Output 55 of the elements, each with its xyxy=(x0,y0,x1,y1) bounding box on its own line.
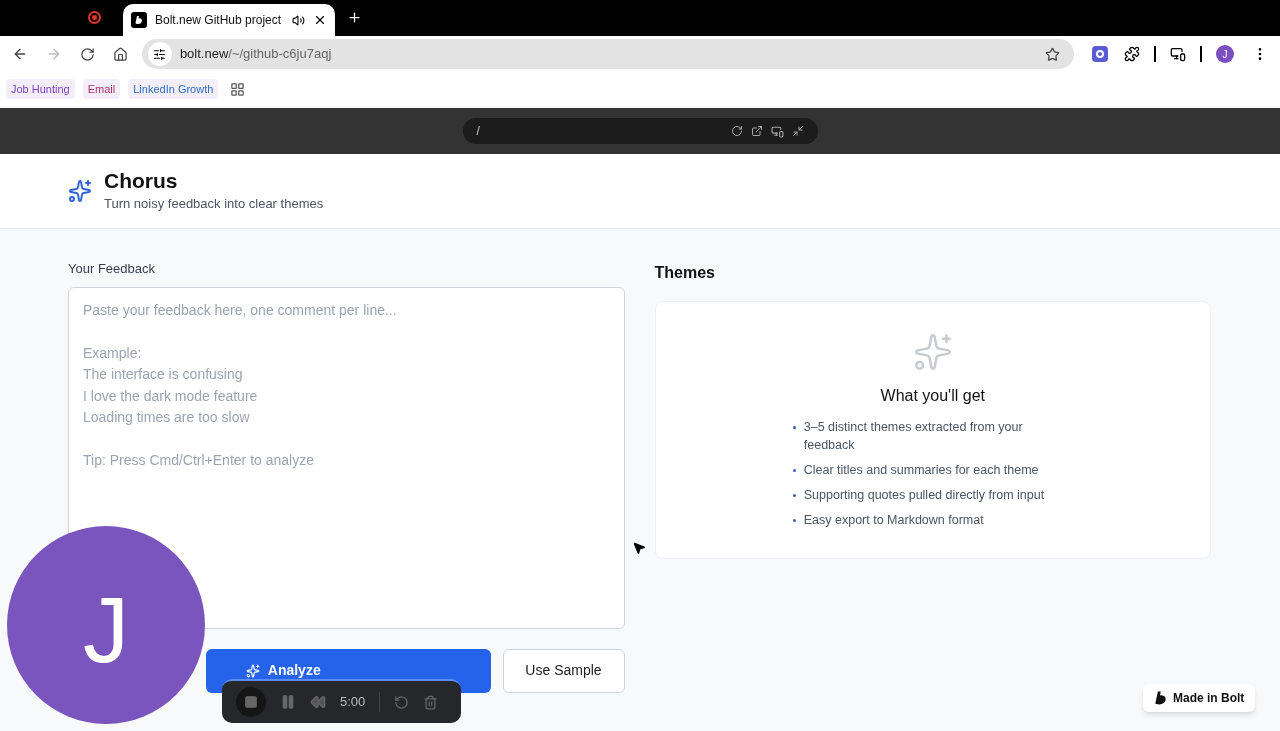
feature-item: 3–5 distinct themes extracted from your feedback xyxy=(803,419,1024,454)
refresh-icon[interactable] xyxy=(730,125,743,137)
bookmark-chip[interactable]: LinkedIn Growth xyxy=(128,78,219,100)
feature-item: Easy export to Markdown format xyxy=(803,512,984,529)
home-icon[interactable] xyxy=(112,46,128,62)
rewind-icon[interactable] xyxy=(310,694,326,710)
badge-label: Made in Bolt xyxy=(1173,690,1245,707)
bullet-icon xyxy=(792,494,796,497)
sparkles-icon xyxy=(245,663,260,678)
apps-grid-icon[interactable] xyxy=(230,81,246,97)
bullet-icon xyxy=(792,519,796,522)
preview-path: / xyxy=(476,123,480,140)
site-settings-icon[interactable] xyxy=(147,42,172,66)
trash-icon[interactable] xyxy=(423,694,439,710)
extension-icon[interactable] xyxy=(1092,46,1109,62)
sparkles-icon xyxy=(912,332,953,372)
app-subtitle: Turn noisy feedback into clear themes xyxy=(104,195,324,214)
tab-title: Bolt.new GitHub project xyxy=(155,12,282,29)
devices-icon[interactable] xyxy=(770,124,784,138)
preview-url-bar[interactable]: / xyxy=(462,118,818,144)
bookmark-star-icon[interactable] xyxy=(1045,46,1061,62)
cursor-icon xyxy=(632,541,646,555)
themes-heading: Themes xyxy=(654,263,716,283)
made-in-bolt-badge[interactable]: Made in Bolt xyxy=(1143,684,1256,712)
app-title: Chorus xyxy=(104,168,179,195)
bookmark-chip[interactable]: Email xyxy=(82,78,121,100)
external-link-icon[interactable] xyxy=(750,125,763,137)
bullet-icon xyxy=(792,426,796,429)
use-sample-button[interactable]: Use Sample xyxy=(502,648,625,693)
profile-avatar[interactable]: J xyxy=(1216,45,1235,63)
stop-button[interactable] xyxy=(236,687,266,717)
bullet-icon xyxy=(792,469,796,472)
back-icon[interactable] xyxy=(12,46,28,62)
extensions-icon[interactable] xyxy=(1124,46,1141,62)
feature-item: Clear titles and summaries for each theme xyxy=(803,462,1039,479)
stop-icon xyxy=(244,695,258,709)
bolt-logo-icon xyxy=(1154,691,1167,705)
address-bar[interactable]: bolt.new/~/github-c6ju7aqj xyxy=(141,39,1075,69)
bolt-logo-icon xyxy=(131,12,147,28)
feedback-label: Your Feedback xyxy=(68,260,156,278)
url-text: bolt.new/~/github-c6ju7aqj xyxy=(179,45,332,64)
speaker-icon[interactable] xyxy=(292,13,305,27)
bookmark-chip[interactable]: Job Hunting xyxy=(6,78,75,100)
pause-icon[interactable] xyxy=(280,694,296,710)
recording-time: 5:00 xyxy=(340,693,366,712)
feature-item: Supporting quotes pulled directly from input xyxy=(803,487,1045,504)
sparkles-icon xyxy=(68,179,92,203)
empty-title: What you'll get xyxy=(880,386,985,406)
new-tab-icon[interactable] xyxy=(347,10,362,25)
close-icon[interactable] xyxy=(313,13,327,27)
restart-icon[interactable] xyxy=(394,694,410,710)
record-icon xyxy=(88,11,101,24)
browser-tab[interactable]: Bolt.new GitHub project xyxy=(123,4,335,36)
collapse-icon[interactable] xyxy=(791,125,804,137)
reload-icon[interactable] xyxy=(79,46,95,62)
